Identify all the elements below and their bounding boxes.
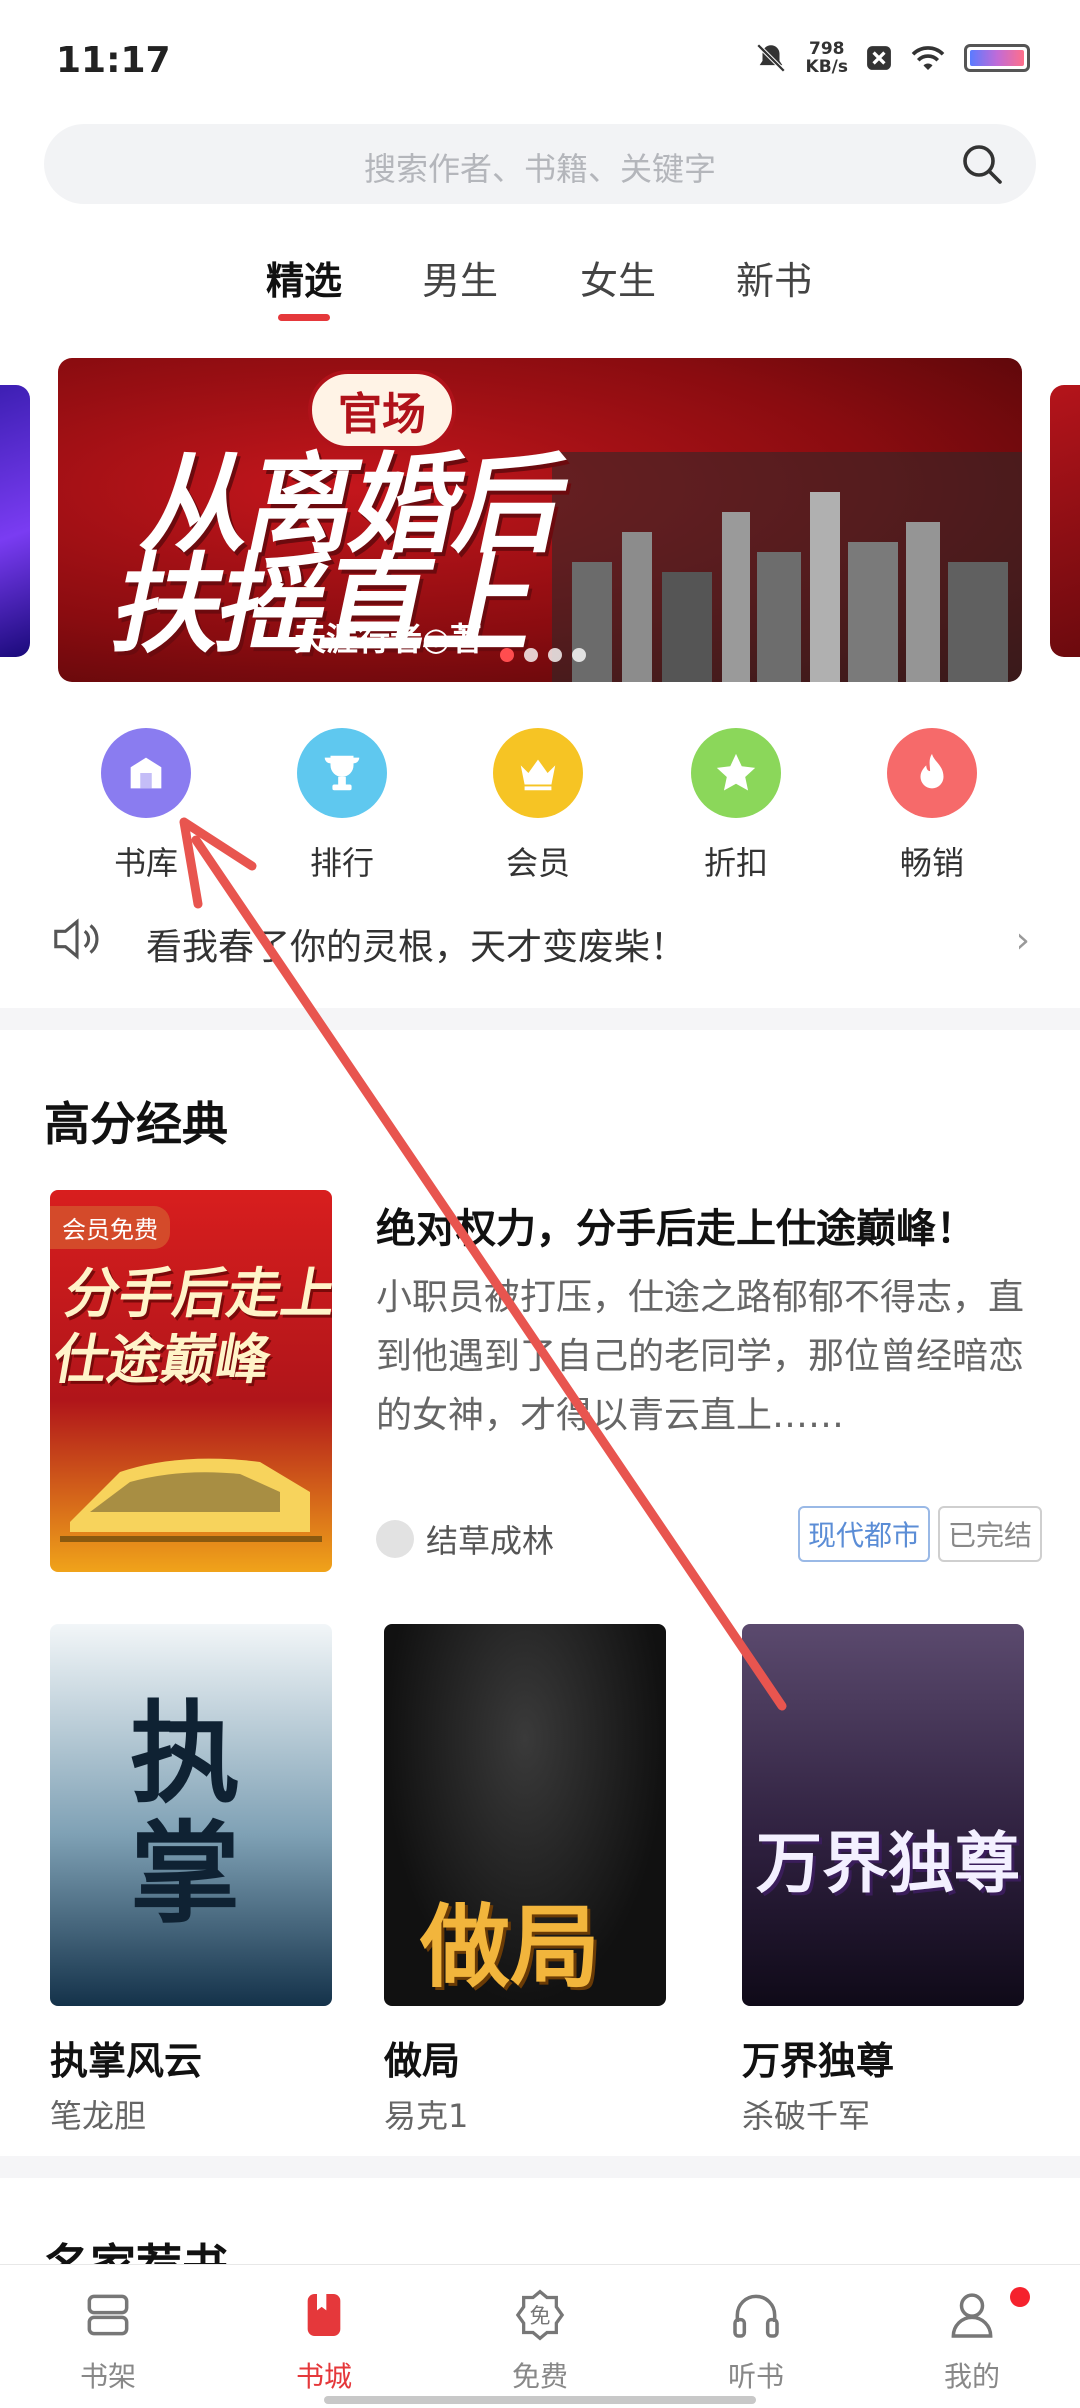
star-icon bbox=[691, 728, 781, 818]
pagination-dot bbox=[500, 648, 514, 662]
status-time: 11:17 bbox=[56, 40, 171, 81]
library-icon bbox=[101, 728, 191, 818]
city-skyline-image bbox=[552, 452, 1022, 682]
banner-prev-peek[interactable] bbox=[0, 385, 30, 657]
entry-discount[interactable]: 折扣 bbox=[666, 728, 806, 884]
home-indicator[interactable] bbox=[324, 2396, 756, 2404]
pagination-dot bbox=[572, 648, 586, 662]
category-tabs: 精选 男生 女生 新书 bbox=[0, 250, 1080, 330]
bottom-navigation: 书架 书城 免 免费 听书 我的 bbox=[0, 2264, 1080, 2408]
active-tab-indicator bbox=[278, 314, 330, 321]
tab-male[interactable]: 男生 bbox=[422, 250, 498, 305]
cover-title: 分手后走上仕途巅峰 bbox=[50, 1261, 332, 1391]
book-card[interactable]: 做局 做局 易克1 bbox=[384, 1624, 666, 2137]
book-author: 易克1 bbox=[384, 2097, 469, 2135]
section-divider bbox=[0, 2156, 1080, 2178]
announcement-bar[interactable]: 看我春了你的灵根，天才变废柴！ › bbox=[50, 910, 1030, 970]
announcement-text: 看我春了你的灵根，天才变废柴！ bbox=[146, 927, 687, 968]
entry-bestseller[interactable]: 畅销 bbox=[862, 728, 1002, 884]
book-title: 做局 bbox=[384, 2039, 461, 2083]
book-author: 笔龙胆 bbox=[50, 2097, 147, 2135]
book-cover: 执掌 bbox=[50, 1624, 332, 2006]
svg-text:免: 免 bbox=[530, 2304, 551, 2328]
search-icon[interactable] bbox=[958, 140, 1006, 188]
entry-membership[interactable]: 会员 bbox=[468, 728, 608, 884]
member-free-badge: 会员免费 bbox=[50, 1206, 170, 1249]
tab-new-books[interactable]: 新书 bbox=[736, 250, 812, 305]
pagination-dot bbox=[524, 648, 538, 662]
profile-icon bbox=[951, 2293, 993, 2338]
book-cover: 万界独尊 bbox=[742, 1624, 1024, 2006]
notification-dot bbox=[1010, 2287, 1030, 2307]
book-card[interactable]: 万界独尊 万界独尊 杀破千军 bbox=[742, 1624, 1024, 2137]
banner-pagination bbox=[500, 648, 586, 662]
bookstore-icon bbox=[307, 2294, 341, 2336]
nav-bookshelf[interactable]: 书架 bbox=[38, 2287, 178, 2395]
crown-icon bbox=[493, 728, 583, 818]
banner-next-peek[interactable] bbox=[1050, 385, 1080, 657]
section-title: 高分经典 bbox=[44, 1097, 228, 1151]
chevron-right-icon: › bbox=[1015, 920, 1030, 961]
banner-author: 天涯行者◎著 bbox=[294, 620, 482, 658]
flame-icon bbox=[887, 728, 977, 818]
search-placeholder: 搜索作者、书籍、关键字 bbox=[363, 150, 716, 188]
feature-book-cover[interactable]: 会员免费 分手后走上仕途巅峰 bbox=[50, 1190, 332, 1572]
tab-featured[interactable]: 精选 bbox=[266, 250, 342, 305]
promo-banner[interactable]: 官场 从离婚后 扶摇直上 天涯行者◎著 bbox=[58, 358, 1022, 682]
entry-library[interactable]: 书库 bbox=[76, 728, 216, 884]
book-cover: 做局 bbox=[384, 1624, 666, 2006]
status-tag: 已完结 bbox=[938, 1506, 1043, 1562]
nav-bookstore[interactable]: 书城 bbox=[254, 2287, 394, 2395]
book-title: 执掌风云 bbox=[50, 2039, 203, 2083]
mute-icon bbox=[756, 43, 785, 73]
wifi-icon bbox=[911, 46, 945, 70]
feature-book-title[interactable]: 绝对权力，分手后走上仕途巅峰！ bbox=[376, 1196, 976, 1254]
headphones-icon bbox=[733, 2294, 779, 2338]
nav-free[interactable]: 免 免费 bbox=[470, 2287, 610, 2395]
bookshelf-icon bbox=[87, 2294, 129, 2336]
close-box-icon bbox=[867, 46, 891, 70]
book-author: 杀破千军 bbox=[742, 2097, 871, 2135]
train-image bbox=[60, 1458, 322, 1542]
nav-audiobook[interactable]: 听书 bbox=[686, 2287, 826, 2395]
pagination-dot bbox=[548, 648, 562, 662]
status-icons: 798 KB/s bbox=[754, 40, 1030, 76]
entry-ranking[interactable]: 排行 bbox=[272, 728, 412, 884]
book-card[interactable]: 执掌 执掌风云 笔龙胆 bbox=[50, 1624, 332, 2137]
feature-book-author: 结草成林 bbox=[376, 1516, 554, 1562]
author-avatar bbox=[376, 1520, 414, 1558]
search-bar[interactable]: 搜索作者、书籍、关键字 bbox=[44, 124, 1036, 204]
free-icon: 免 bbox=[515, 2289, 565, 2341]
speaker-icon bbox=[54, 918, 99, 960]
network-speed: 798 KB/s bbox=[805, 39, 848, 77]
section-divider bbox=[0, 1008, 1080, 1030]
book-title: 万界独尊 bbox=[742, 2039, 895, 2083]
battery-icon bbox=[964, 44, 1030, 72]
status-bar: 11:17 798 KB/s bbox=[0, 0, 1080, 120]
genre-tag: 现代都市 bbox=[798, 1506, 931, 1562]
feature-book-description: 小职员被打压，仕途之路郁郁不得志，直到他遇到了自己的老同学，那位曾经暗恋的女神，… bbox=[376, 1277, 1025, 1436]
trophy-icon bbox=[297, 728, 387, 818]
tab-female[interactable]: 女生 bbox=[580, 250, 656, 305]
